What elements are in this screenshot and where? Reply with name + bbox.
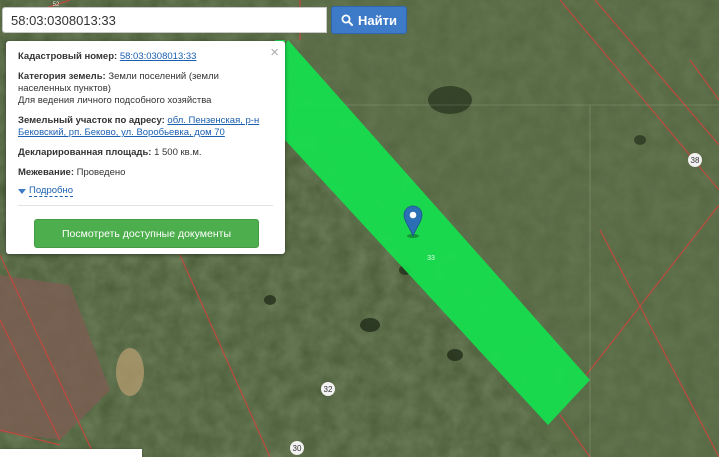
land-purpose: Для ведения личного подсобного хозяйства [18, 95, 212, 106]
close-icon[interactable]: × [270, 45, 279, 60]
cadastral-number-link[interactable]: 58:03:0308013:33 [120, 51, 197, 62]
parcel-label-33: 33 [427, 255, 435, 262]
view-documents-button[interactable]: Посмотреть доступные документы [34, 219, 259, 248]
survey-value: Проведено [76, 167, 126, 178]
tree-clump [360, 318, 380, 332]
address-label: Земельный участок по адресу: [18, 115, 165, 126]
land-category-row: Категория земель: Земли поселений (земли… [18, 71, 273, 107]
details-toggle-label: Подробно [29, 185, 73, 197]
details-toggle[interactable]: Подробно [18, 185, 273, 197]
area-value: 1 500 кв.м. [154, 147, 202, 158]
parcel-label-38: 38 [691, 156, 700, 165]
parcel-label-30: 30 [293, 444, 302, 453]
bare-patch [116, 348, 144, 396]
survey-row: Межевание: Проведено [18, 167, 273, 179]
survey-label: Межевание: [18, 167, 74, 178]
search-icon [341, 14, 353, 26]
tree-clump [428, 86, 472, 114]
search-bar: Найти [2, 6, 407, 34]
cadastral-number-label: Кадастровый номер: [18, 51, 118, 62]
caret-down-icon [18, 188, 26, 194]
map-viewport[interactable]: 38 32 30 33 52 Найти × Кадастро [0, 0, 719, 457]
area-row: Декларированная площадь: 1 500 кв.м. [18, 147, 273, 159]
tree-clump [447, 349, 463, 361]
cadastral-number-row: Кадастровый номер: 58:03:0308013:33 [18, 51, 273, 63]
cadastral-search-input[interactable] [2, 7, 327, 33]
land-category-label: Категория земель: [18, 71, 106, 82]
tree-clump [264, 295, 276, 305]
parcel-label-32: 32 [324, 385, 333, 394]
address-row: Земельный участок по адресу: обл. Пензен… [18, 115, 273, 139]
area-label: Декларированная площадь: [18, 147, 152, 158]
bottom-panel-stub [0, 449, 142, 457]
search-button-label: Найти [358, 12, 397, 28]
search-button[interactable]: Найти [331, 6, 407, 34]
tree-clump [634, 135, 646, 145]
parcel-info-popup: × Кадастровый номер: 58:03:0308013:33 Ка… [6, 41, 285, 254]
popup-divider [18, 205, 273, 206]
